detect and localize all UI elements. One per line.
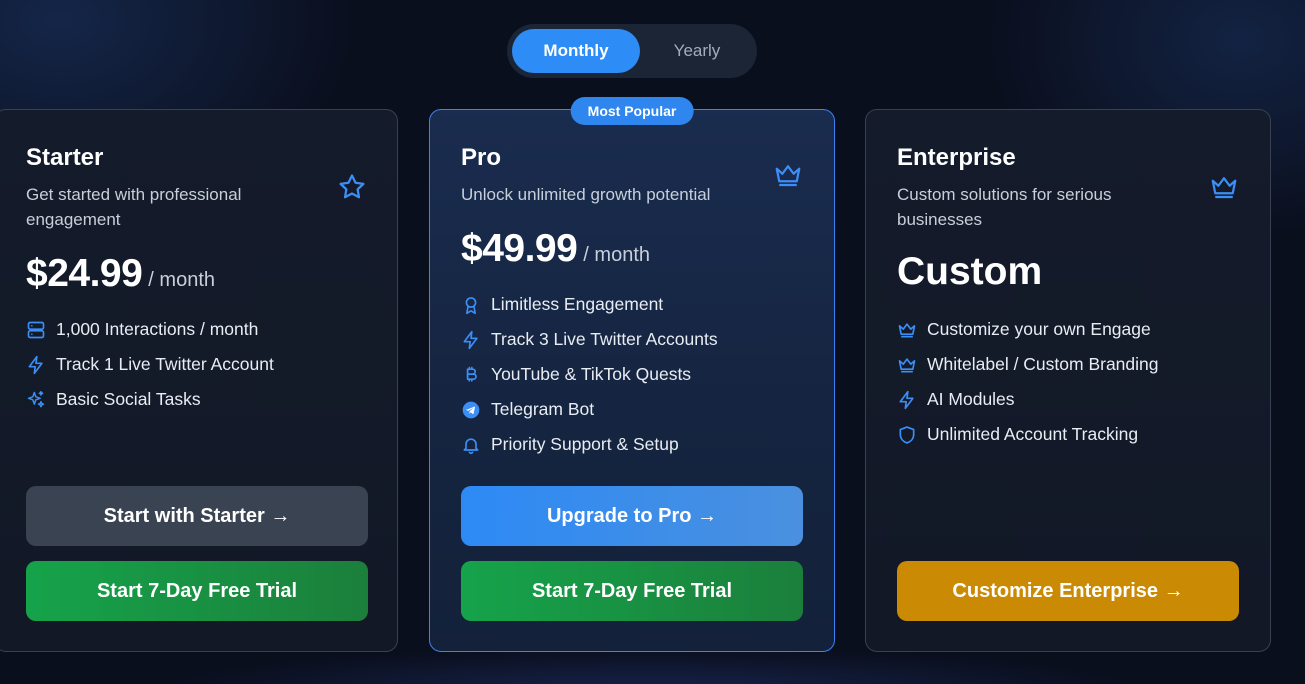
feature-label: AI Modules [927,389,1015,409]
crown-icon [897,320,917,340]
plan-title: Starter [26,144,104,171]
shield-icon [897,425,917,445]
lightning-icon [26,355,46,375]
lightning-icon [897,390,917,410]
crown-icon [773,160,803,190]
feature-label: Unlimited Account Tracking [927,424,1139,444]
lightning-icon [461,330,481,350]
plan-description: Get started with professional engagement [26,185,242,229]
feature-item: 1,000 Interactions / month [26,312,274,347]
feature-label: YouTube & TikTok Quests [491,364,692,384]
feature-list: 1,000 Interactions / month Track 1 Live … [26,312,274,417]
feature-list: Limitless Engagement Track 3 Live Twitte… [461,287,718,462]
plan-title: Enterprise [897,144,1016,171]
customize-enterprise-button[interactable]: Customize Enterprise → [897,561,1239,621]
feature-item: Unlimited Account Tracking [897,417,1159,452]
plan-price: $49.99 [461,227,578,270]
server-icon [26,320,46,340]
bitcoin-icon [461,365,481,385]
feature-label: Telegram Bot [491,399,595,419]
pro-free-trial-button[interactable]: Start 7-Day Free Trial [461,561,803,621]
crown-icon [1209,172,1239,202]
upgrade-to-pro-button[interactable]: Upgrade to Pro → [461,486,803,546]
monthly-toggle-option[interactable]: Monthly [512,29,640,73]
feature-label: Priority Support & Setup [491,434,679,454]
plan-price: $24.99 [26,252,143,295]
telegram-icon [461,400,481,420]
feature-item: AI Modules [897,382,1159,417]
feature-item: Customize your own Engage [897,312,1159,347]
feature-item: Priority Support & Setup [461,427,718,462]
crown-icon [897,355,917,375]
feature-label: 1,000 Interactions / month [56,319,259,339]
yearly-toggle-option[interactable]: Yearly [633,29,761,73]
feature-label: Limitless Engagement [491,294,664,314]
pricing-page: Monthly Yearly Starter Get started with … [0,0,1305,684]
pro-plan-card: Most Popular Pro Unlock unlimited growth… [429,97,835,652]
plan-period: / month [148,269,215,291]
feature-label: Whitelabel / Custom Branding [927,354,1159,374]
plan-description: Unlock unlimited growth potential [461,185,711,204]
feature-label: Track 1 Live Twitter Account [56,354,274,374]
feature-item: YouTube & TikTok Quests [461,357,718,392]
feature-label: Customize your own Engage [927,319,1151,339]
feature-item: Track 1 Live Twitter Account [26,347,274,382]
price-row: $24.99 / month [26,252,215,296]
sparkles-icon [26,390,46,410]
plan-period: / month [583,244,650,266]
plan-title: Pro [461,144,502,171]
plan-price: Custom [897,250,1043,293]
award-icon [461,295,481,315]
feature-item: Track 3 Live Twitter Accounts [461,322,718,357]
most-popular-badge: Most Popular [570,97,694,125]
start-with-starter-button[interactable]: Start with Starter → [26,486,368,546]
billing-toggle: Monthly Yearly [507,24,757,78]
bell-icon [461,435,481,455]
feature-label: Basic Social Tasks [56,389,201,409]
plan-description: Custom solutions for serious businesses [897,185,1112,229]
feature-item: Telegram Bot [461,392,718,427]
starter-free-trial-button[interactable]: Start 7-Day Free Trial [26,561,368,621]
starter-plan-card: Starter Get started with professional en… [0,109,398,652]
feature-item: Basic Social Tasks [26,382,274,417]
feature-item: Whitelabel / Custom Branding [897,347,1159,382]
star-icon [337,172,367,202]
feature-item: Limitless Engagement [461,287,718,322]
feature-list: Customize your own Engage Whitelabel / C… [897,312,1159,452]
enterprise-plan-card: Enterprise Custom solutions for serious … [865,109,1271,652]
price-row: $49.99 / month [461,227,650,271]
feature-label: Track 3 Live Twitter Accounts [491,329,718,349]
